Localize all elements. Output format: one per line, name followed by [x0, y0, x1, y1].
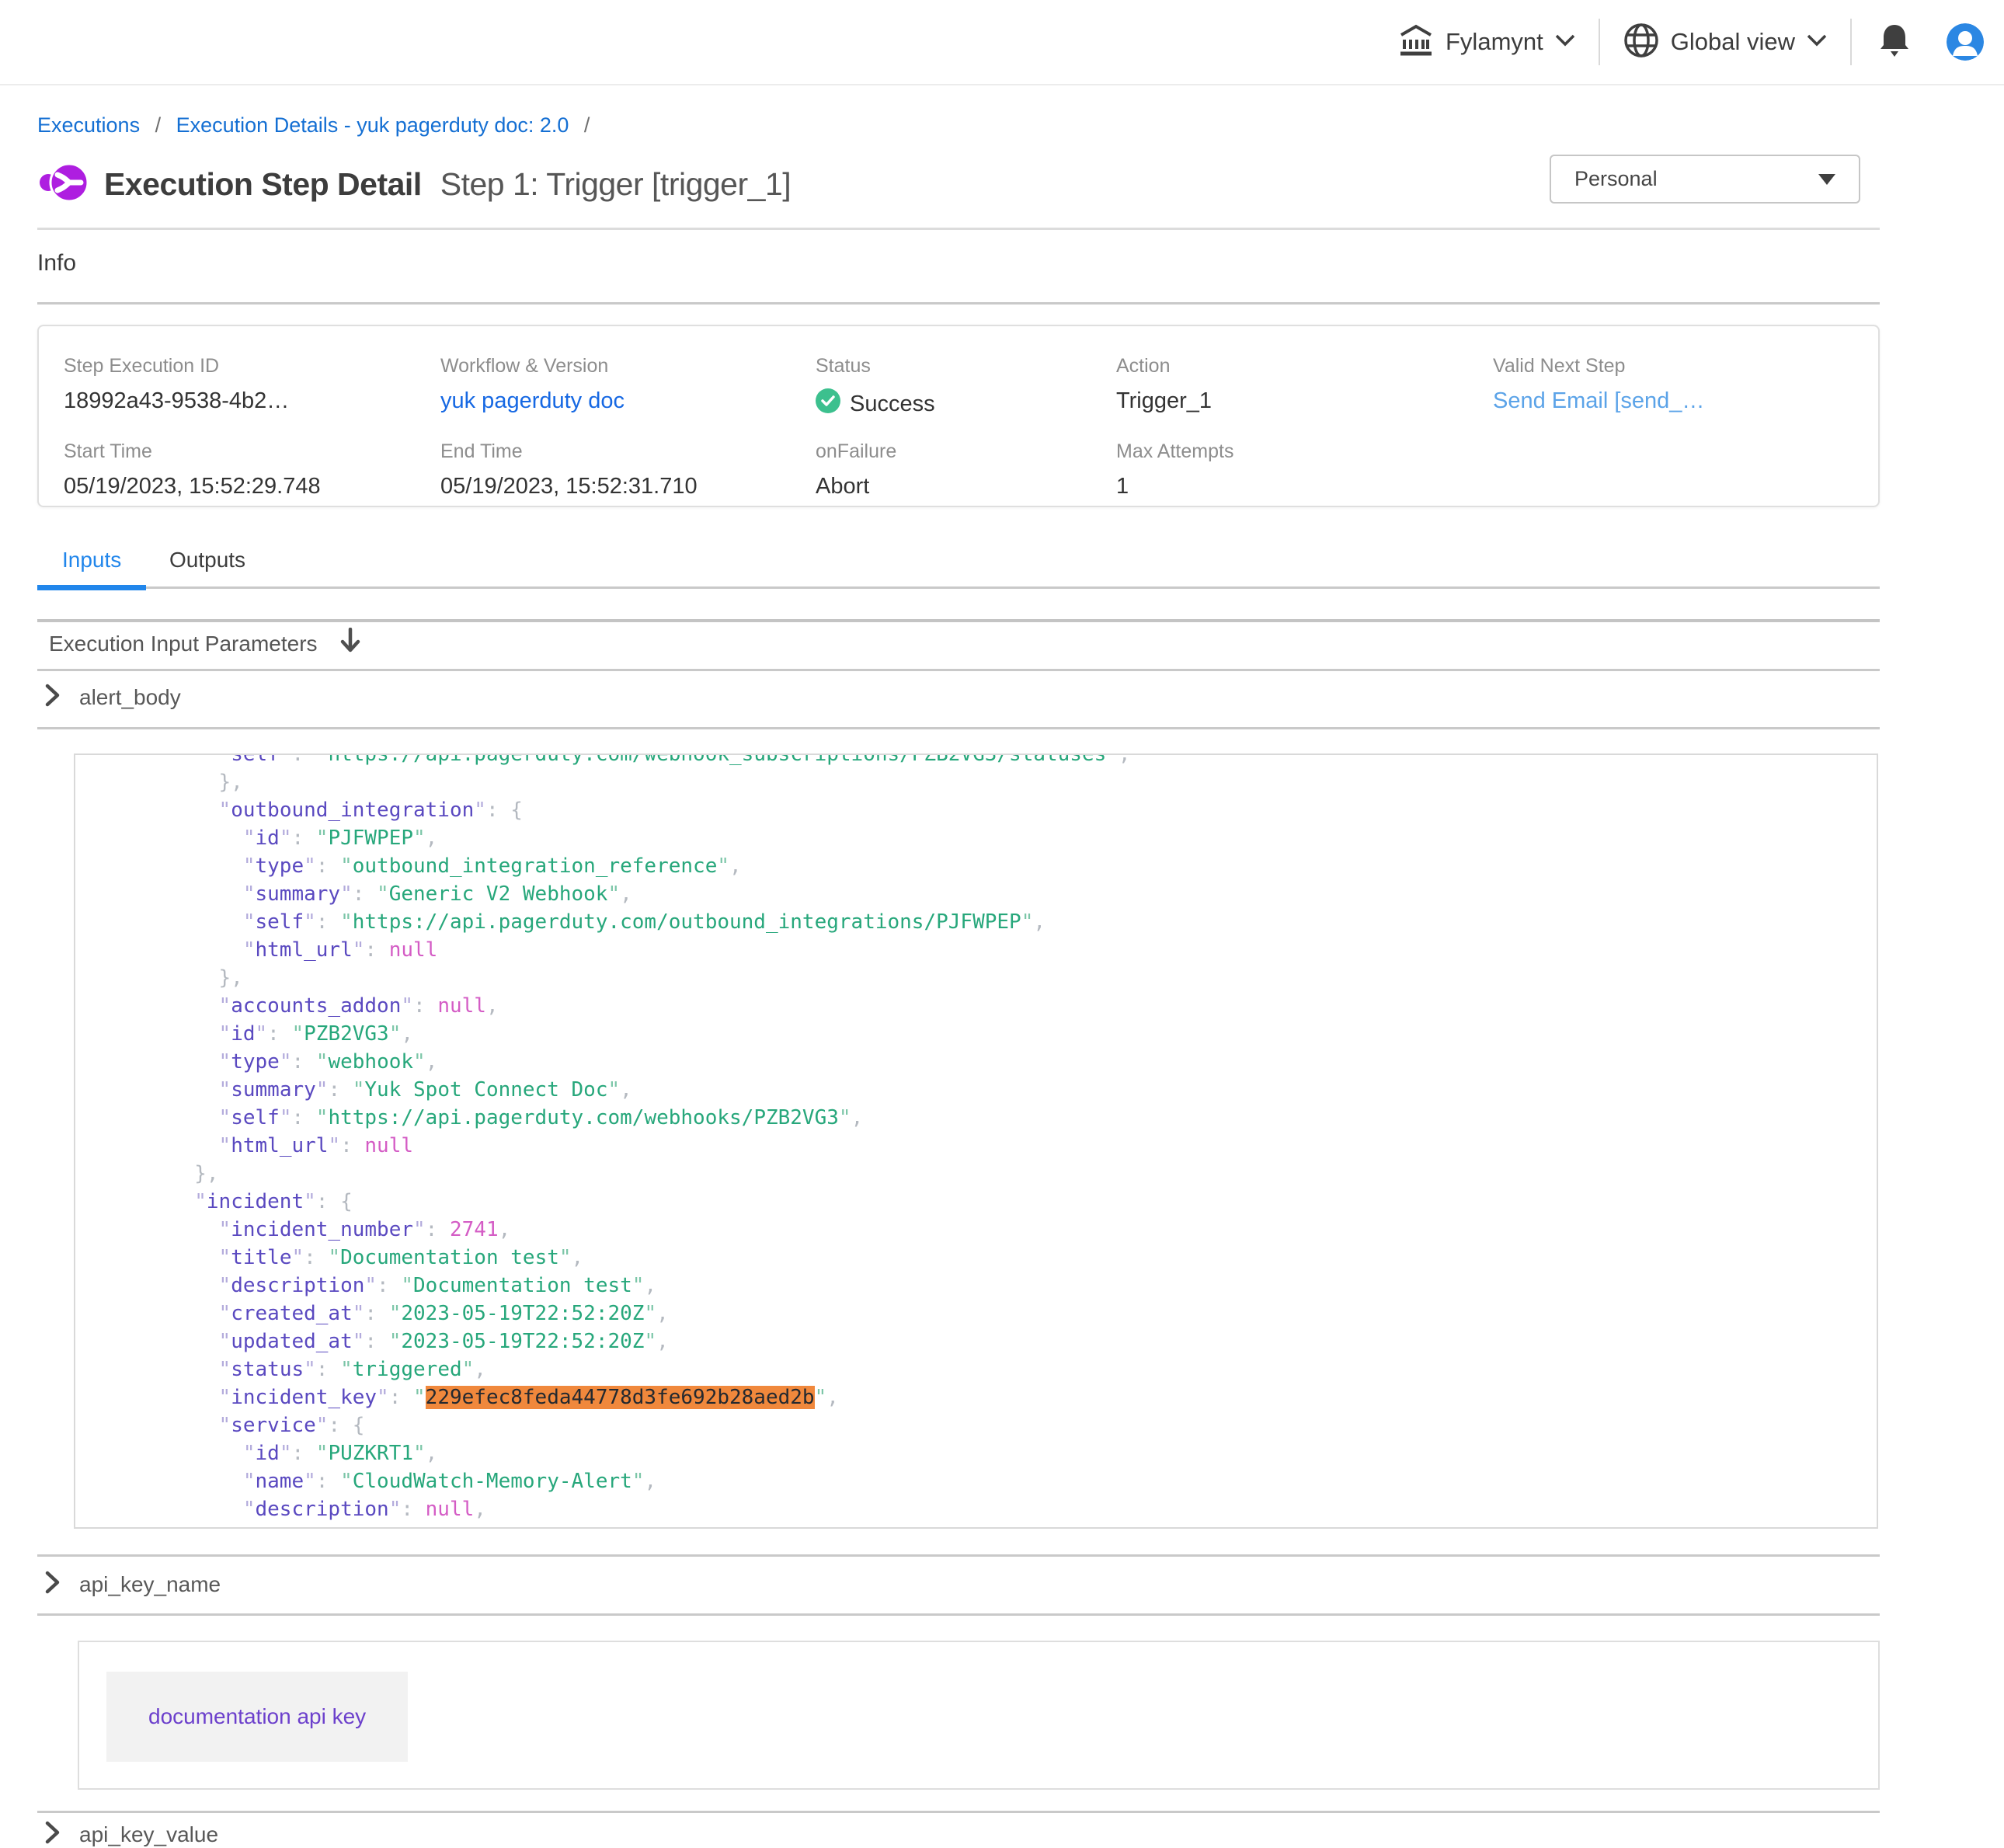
scope-dropdown[interactable]: Personal: [1550, 155, 1860, 204]
user-avatar[interactable]: [1947, 23, 1984, 61]
section-alert-body[interactable]: alert_body: [45, 684, 181, 711]
step-execution-id-value: 18992a43-9538-4b2…: [64, 388, 289, 414]
field-onfailure: onFailure Abort: [816, 440, 896, 499]
globe-icon: [1623, 23, 1659, 62]
code-pre: "self": "https://api.pagerduty.com/webho…: [75, 753, 1877, 1529]
workflow-brand-icon: [37, 157, 89, 212]
start-time-value: 05/19/2023, 15:52:29.748: [64, 474, 321, 499]
scope-dropdown-value: Personal: [1574, 167, 1658, 191]
chevron-down-icon: [1555, 34, 1575, 50]
next-step-link[interactable]: Send Email [send_…: [1493, 388, 1704, 414]
breadcrumb-separator: /: [584, 113, 590, 137]
page-subtitle: Step 1: Trigger [trigger_1]: [440, 166, 791, 203]
max-attempts-value: 1: [1116, 474, 1233, 499]
global-view-label: Global view: [1671, 28, 1795, 56]
section-api-key-value[interactable]: api_key_value: [45, 1821, 218, 1848]
divider: [37, 727, 1880, 729]
field-status: Status Success: [816, 355, 935, 419]
divider: [37, 669, 1880, 671]
api-key-name-tag: documentation api key: [106, 1672, 408, 1762]
info-heading: Info: [37, 250, 76, 277]
org-selector[interactable]: Fylamynt: [1398, 24, 1575, 61]
end-time-value: 05/19/2023, 15:52:31.710: [440, 474, 698, 499]
field-valid-next-step: Valid Next Step Send Email [send_…: [1493, 355, 1704, 414]
page-title: Execution Step Detail: [104, 166, 422, 203]
divider: [37, 228, 1880, 230]
chevron-right-icon: [45, 1571, 61, 1598]
chevron-right-icon: [45, 684, 61, 711]
bell-icon: [1878, 48, 1911, 61]
download-arrow-icon[interactable]: [339, 628, 361, 660]
divider: [37, 1613, 1880, 1616]
topbar-divider: [1850, 19, 1852, 65]
divider: [37, 1554, 1880, 1557]
action-value: Trigger_1: [1116, 388, 1212, 414]
field-end-time: End Time 05/19/2023, 15:52:31.710: [440, 440, 698, 499]
divider: [37, 302, 1880, 305]
status-badge: Success: [850, 392, 935, 417]
success-check-icon: [816, 388, 840, 419]
breadcrumb-link-executions[interactable]: Executions: [37, 113, 140, 137]
breadcrumb-separator: /: [155, 113, 162, 137]
alert-body-json-viewer[interactable]: "self": "https://api.pagerduty.com/webho…: [74, 753, 1878, 1529]
divider: [37, 619, 1880, 622]
tab-active-indicator: [37, 585, 146, 590]
divider: [37, 1811, 1880, 1813]
field-start-time: Start Time 05/19/2023, 15:52:29.748: [64, 440, 321, 499]
dropdown-caret-icon: [1818, 174, 1835, 185]
input-params-heading: Execution Input Parameters: [49, 632, 318, 656]
global-view-selector[interactable]: Global view: [1623, 23, 1827, 62]
notifications-button[interactable]: [1875, 23, 1914, 62]
section-label: alert_body: [79, 685, 181, 710]
field-action: Action Trigger_1: [1116, 355, 1212, 414]
field-workflow-version: Workflow & Version yuk pagerduty doc: [440, 355, 625, 414]
section-api-key-name[interactable]: api_key_name: [45, 1571, 221, 1598]
section-label: api_key_value: [79, 1822, 218, 1847]
section-label: api_key_name: [79, 1572, 221, 1597]
api-key-name-value-box: documentation api key: [78, 1641, 1880, 1790]
breadcrumb: Executions / Execution Details - yuk pag…: [37, 113, 599, 137]
chevron-down-icon: [1807, 34, 1827, 50]
topbar: Fylamynt Global view: [0, 0, 2004, 85]
organization-icon: [1398, 24, 1434, 61]
field-step-execution-id: Step Execution ID 18992a43-9538-4b2…: [64, 355, 289, 414]
topbar-divider: [1599, 19, 1600, 65]
chevron-right-icon: [45, 1821, 61, 1848]
field-max-attempts: Max Attempts 1: [1116, 440, 1233, 499]
tab-outputs[interactable]: Outputs: [169, 548, 245, 572]
breadcrumb-link-execution-details[interactable]: Execution Details - yuk pagerduty doc: 2…: [176, 113, 569, 137]
tab-underline-track: [37, 586, 1880, 589]
onfailure-value: Abort: [816, 474, 896, 499]
org-label: Fylamynt: [1446, 28, 1543, 56]
info-card: Step Execution ID 18992a43-9538-4b2… Wor…: [37, 325, 1880, 507]
workflow-link[interactable]: yuk pagerduty doc: [440, 388, 625, 414]
tab-inputs[interactable]: Inputs: [62, 548, 121, 572]
